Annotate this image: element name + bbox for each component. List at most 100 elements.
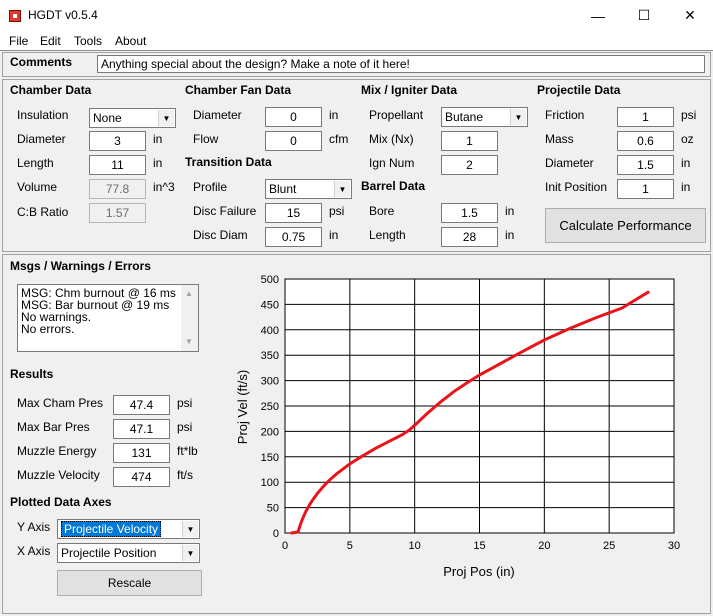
friction-unit: psi xyxy=(681,108,697,122)
init-position-label: Init Position xyxy=(545,180,608,194)
menu-tools[interactable]: Tools xyxy=(74,34,102,48)
profile-value: Blunt xyxy=(269,182,297,196)
messages-box[interactable]: MSG: Chm burnout @ 16 ms MSG: Bar burnou… xyxy=(17,284,199,352)
x-tick-label: 20 xyxy=(538,540,550,552)
ign-num-label: Ign Num xyxy=(369,156,415,170)
fan-diameter-unit: in xyxy=(329,108,339,122)
chamber-volume-unit: in^3 xyxy=(153,180,175,194)
fan-diameter-label: Diameter xyxy=(193,108,242,122)
close-button[interactable]: ✕ xyxy=(667,0,713,31)
insulation-select[interactable]: None ▼ xyxy=(89,108,176,128)
muzzle-velocity-unit: ft/s xyxy=(177,468,194,482)
disc-failure-unit: psi xyxy=(329,204,345,218)
mix-nx-label: Mix (Nx) xyxy=(369,132,414,146)
messages-title: Msgs / Warnings / Errors xyxy=(10,259,151,273)
profile-select[interactable]: Blunt ▼ xyxy=(265,179,352,199)
fan-flow-input[interactable]: 0 xyxy=(265,131,322,151)
plotted-axes-title: Plotted Data Axes xyxy=(10,495,112,509)
minimize-button[interactable]: — xyxy=(575,0,621,31)
chevron-down-icon: ▼ xyxy=(334,181,350,197)
init-position-input[interactable]: 1 xyxy=(617,179,674,199)
muzzle-velocity-value: 474 xyxy=(113,467,170,487)
y-tick-label: 400 xyxy=(261,325,279,337)
ign-num-input[interactable]: 2 xyxy=(441,155,498,175)
fan-diameter-input[interactable]: 0 xyxy=(265,107,322,127)
chamber-diameter-input[interactable]: 3 xyxy=(89,131,146,151)
chevron-down-icon: ▼ xyxy=(510,109,526,125)
max-cham-pres-unit: psi xyxy=(177,396,193,410)
cb-ratio-label: C:B Ratio xyxy=(17,205,69,219)
results-title: Results xyxy=(10,367,54,381)
mix-data-title: Mix / Igniter Data xyxy=(361,83,458,97)
x-axis-select[interactable]: Projectile Position ▼ xyxy=(57,543,200,563)
projectile-diameter-input[interactable]: 1.5 xyxy=(617,155,674,175)
friction-input[interactable]: 1 xyxy=(617,107,674,127)
scroll-up-icon[interactable]: ▲ xyxy=(185,288,193,300)
velocity-position-chart: 0 50 100 150 200 250 300 350 400 450 500 0 5 10 15 20 2… xyxy=(235,274,680,579)
propellant-value: Butane xyxy=(445,110,484,124)
max-cham-pres-label: Max Cham Pres xyxy=(17,396,104,410)
chart-grid xyxy=(284,278,675,534)
menu-file[interactable]: File xyxy=(9,34,28,48)
x-tick-label: 30 xyxy=(668,540,680,552)
mass-label: Mass xyxy=(545,132,574,146)
disc-diam-label: Disc Diam xyxy=(193,228,248,242)
chevron-down-icon: ▼ xyxy=(158,110,174,126)
messages-scrollbar[interactable]: ▲ ▼ xyxy=(181,285,198,351)
y-tick-label: 500 xyxy=(261,274,279,286)
insulation-label: Insulation xyxy=(17,108,69,122)
y-tick-label: 350 xyxy=(261,350,279,362)
chamber-diameter-unit: in xyxy=(153,132,163,146)
projectile-diameter-label: Diameter xyxy=(545,156,594,170)
bore-label: Bore xyxy=(369,204,395,218)
x-tick-label: 15 xyxy=(473,540,485,552)
x-tick-labels: 0 5 10 15 20 25 30 xyxy=(282,540,680,552)
rescale-button[interactable]: Rescale xyxy=(57,570,202,596)
menu-bar xyxy=(0,31,713,51)
menu-about[interactable]: About xyxy=(115,34,146,48)
chamber-length-label: Length xyxy=(17,156,54,170)
y-tick-label: 50 xyxy=(267,503,279,515)
chevron-down-icon: ▼ xyxy=(182,545,198,561)
disc-failure-label: Disc Failure xyxy=(193,204,257,218)
chamber-length-input[interactable]: 11 xyxy=(89,155,146,175)
chevron-down-icon: ▼ xyxy=(182,521,198,537)
maximize-button[interactable]: ☐ xyxy=(621,0,667,31)
max-bar-pres-unit: psi xyxy=(177,420,193,434)
scroll-down-icon[interactable]: ▼ xyxy=(185,336,193,348)
y-axis-title: Proj Vel (ft/s) xyxy=(235,370,250,444)
x-axis-title: Proj Pos (in) xyxy=(443,564,515,579)
chamber-volume-label: Volume xyxy=(17,180,58,194)
disc-diam-unit: in xyxy=(329,228,339,242)
muzzle-energy-unit: ft*lb xyxy=(177,444,198,458)
muzzle-energy-value: 131 xyxy=(113,443,170,463)
max-cham-pres-value: 47.4 xyxy=(113,395,170,415)
mass-input[interactable]: 0.6 xyxy=(617,131,674,151)
x-axis-value: Projectile Position xyxy=(61,546,157,560)
bore-unit: in xyxy=(505,204,515,218)
comments-input[interactable]: Anything special about the design? Make … xyxy=(97,55,705,73)
propellant-select[interactable]: Butane ▼ xyxy=(441,107,528,127)
y-axis-value: Projectile Velocity xyxy=(61,521,162,537)
disc-diam-input[interactable]: 0.75 xyxy=(265,227,322,247)
y-tick-labels: 0 50 100 150 200 250 300 350 400 450 500 xyxy=(261,274,279,540)
bore-input[interactable]: 1.5 xyxy=(441,203,498,223)
fan-data-title: Chamber Fan Data xyxy=(185,83,292,97)
y-tick-label: 0 xyxy=(273,528,279,540)
muzzle-energy-label: Muzzle Energy xyxy=(17,444,97,458)
disc-failure-input[interactable]: 15 xyxy=(265,203,322,223)
barrel-length-input[interactable]: 28 xyxy=(441,227,498,247)
y-axis-select[interactable]: Projectile Velocity ▼ xyxy=(57,519,200,539)
x-tick-label: 0 xyxy=(282,540,288,552)
mix-nx-input[interactable]: 1 xyxy=(441,131,498,151)
barrel-length-unit: in xyxy=(505,228,515,242)
max-bar-pres-value: 47.1 xyxy=(113,419,170,439)
chamber-length-unit: in xyxy=(153,156,163,170)
mass-unit: oz xyxy=(681,132,694,146)
max-bar-pres-label: Max Bar Pres xyxy=(17,420,90,434)
calculate-performance-button[interactable]: Calculate Performance xyxy=(545,208,706,243)
chamber-volume-value: 77.8 xyxy=(89,179,146,199)
profile-label: Profile xyxy=(193,180,228,194)
cb-ratio-value: 1.57 xyxy=(89,203,146,223)
menu-edit[interactable]: Edit xyxy=(40,34,61,48)
